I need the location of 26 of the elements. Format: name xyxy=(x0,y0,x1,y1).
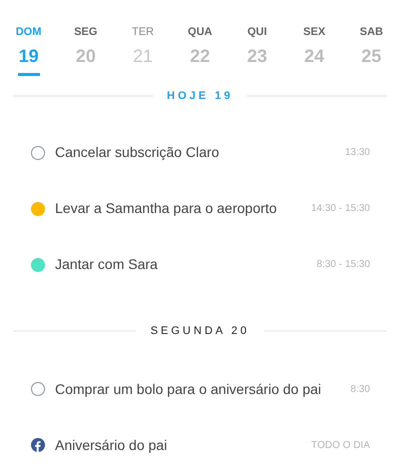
event-title[interactable]: Aniversário do pai xyxy=(55,434,312,456)
event-time: 14:30 - 15:30 xyxy=(311,202,370,216)
weekday-label: QUA xyxy=(188,25,212,39)
section-heading: HOJE 19 xyxy=(166,89,234,104)
weekday-label: SEG xyxy=(74,25,98,39)
event-time: TODO O DIA xyxy=(311,438,370,452)
event-title[interactable]: Cancelar subscrição Claro xyxy=(55,142,345,163)
weekday-label: TER xyxy=(132,25,154,39)
weekday-label: SEX xyxy=(303,25,326,39)
weekday-label: SAB xyxy=(360,25,384,39)
section-heading: SEGUNDA 20 xyxy=(150,324,250,338)
day-tab[interactable]: 19 xyxy=(18,45,40,76)
day-tab[interactable]: 25 xyxy=(360,45,382,76)
day-tab[interactable]: 20 xyxy=(74,45,97,76)
event-time: 8:30 - 15:30 xyxy=(316,258,370,272)
event-title[interactable]: Comprar um bolo para o aniversário do pai xyxy=(55,378,351,400)
event-title[interactable]: Jantar com Sara xyxy=(55,254,317,275)
facebook-icon xyxy=(31,438,45,452)
weekday-label: QUI xyxy=(247,25,267,39)
event-time: 8:30 xyxy=(350,382,370,396)
day-tab[interactable]: 22 xyxy=(188,45,211,76)
event-title[interactable]: Levar a Samantha para o aeroporto xyxy=(55,198,312,219)
weekday-label: DOM xyxy=(16,25,42,39)
day-tab[interactable]: 24 xyxy=(303,45,326,76)
day-tab[interactable]: 23 xyxy=(246,45,268,76)
event-time: 13:30 xyxy=(344,146,370,160)
